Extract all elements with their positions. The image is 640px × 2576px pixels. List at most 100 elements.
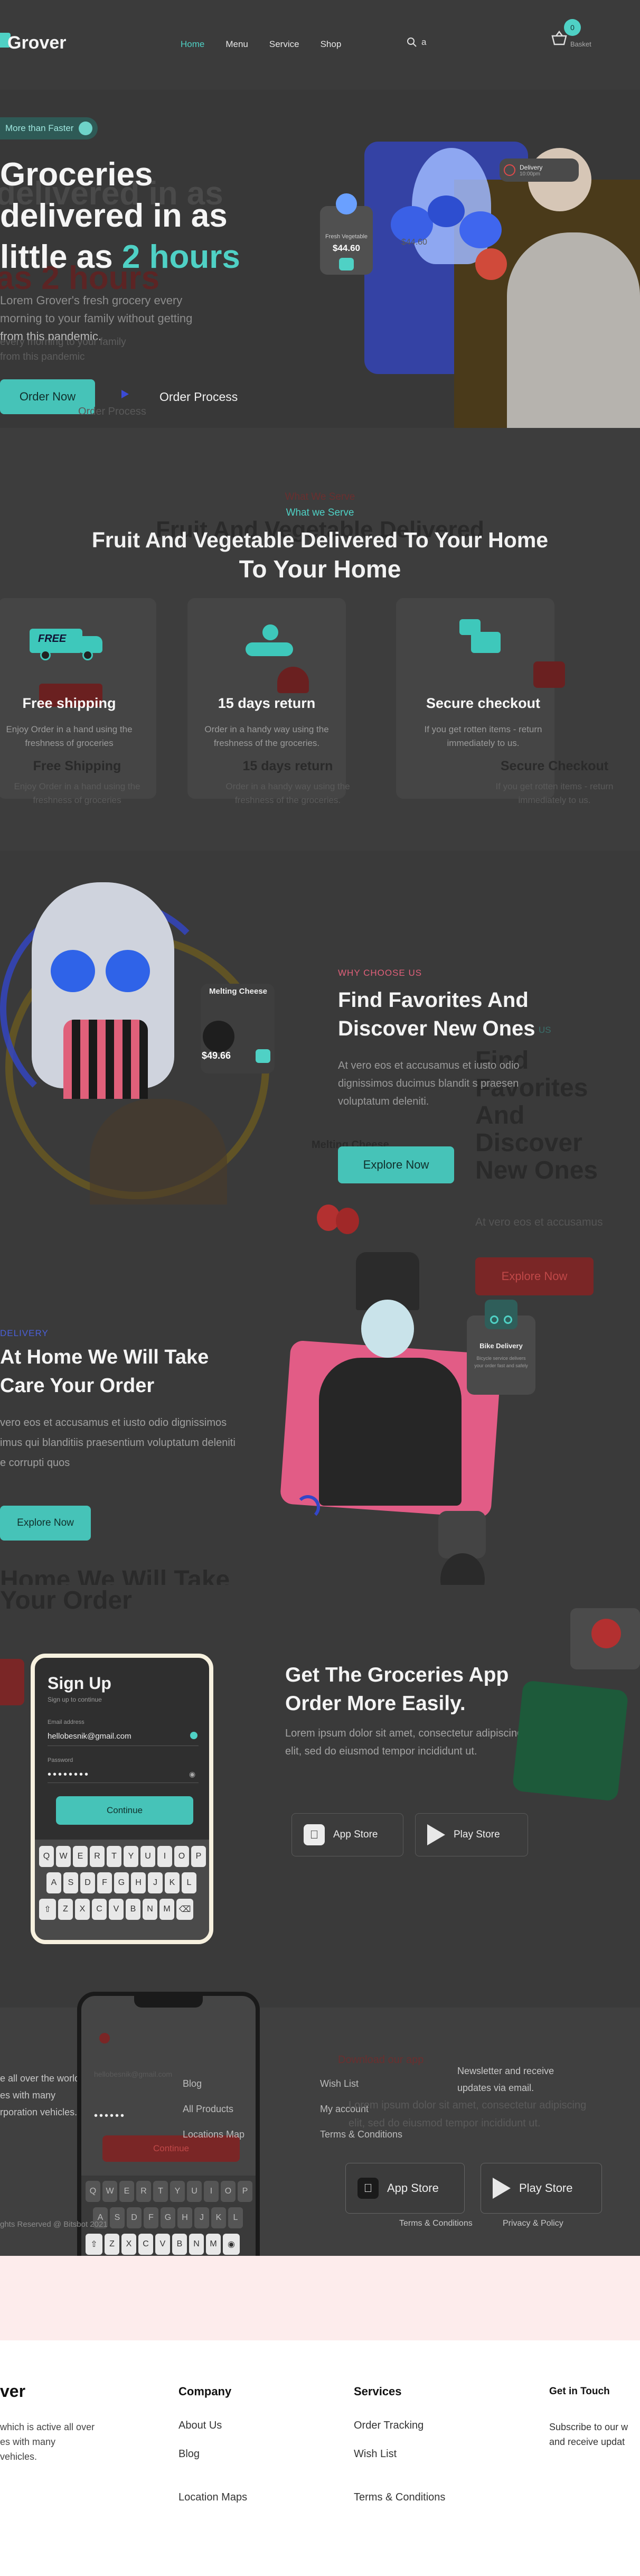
shift-key-icon[interactable]: ⇧ <box>86 2234 102 2255</box>
key[interactable]: G <box>114 1872 129 1893</box>
key[interactable]: U <box>187 2181 202 2202</box>
add-cheese-icon[interactable] <box>256 1049 270 1063</box>
footer-link-location-maps[interactable]: Location Maps <box>178 2491 247 2504</box>
key[interactable]: F <box>97 1872 112 1893</box>
key[interactable]: T <box>107 1846 121 1867</box>
play-store-button[interactable]: Play Store <box>415 1813 528 1856</box>
key[interactable]: D <box>127 2207 142 2228</box>
footer-play-store-button[interactable]: Play Store <box>481 2163 602 2214</box>
key[interactable]: V <box>109 1899 124 1920</box>
footer-app-store-button[interactable]:  App Store <box>345 2163 465 2214</box>
key[interactable]: M <box>206 2234 221 2255</box>
key[interactable]: P <box>191 1846 206 1867</box>
key[interactable]: H <box>177 2207 192 2228</box>
nav-home[interactable]: Home <box>181 39 204 50</box>
key[interactable]: N <box>143 1899 157 1920</box>
key[interactable]: L <box>182 1872 196 1893</box>
key[interactable]: E <box>119 2181 134 2202</box>
key[interactable]: B <box>126 1899 140 1920</box>
explore-now-button[interactable]: Explore Now <box>338 1146 454 1183</box>
footer-privacy-link[interactable]: Privacy & Policy <box>503 2219 563 2228</box>
key[interactable]: L <box>228 2207 243 2228</box>
service-card-secure-checkout[interactable]: Secure checkout If you get rotten items … <box>396 598 613 805</box>
product-card[interactable]: Fresh Vegetable $44.60 <box>320 193 373 275</box>
key[interactable]: S <box>63 1872 78 1893</box>
continue-button[interactable]: Continue <box>56 1796 193 1825</box>
key[interactable]: E <box>73 1846 88 1867</box>
nav-menu[interactable]: Menu <box>225 39 248 50</box>
key[interactable]: C <box>92 1899 107 1920</box>
key[interactable]: K <box>211 2207 226 2228</box>
key[interactable]: R <box>90 1846 105 1867</box>
footer-light-about-line: which is active all over <box>0 2422 95 2432</box>
key[interactable]: M <box>159 1899 174 1920</box>
add-to-cart-icon[interactable] <box>339 258 354 270</box>
footer-link-wish-list[interactable]: Wish List <box>320 2071 402 2096</box>
key[interactable]: H <box>131 1872 146 1893</box>
footer-link-order-tracking[interactable]: Order Tracking <box>354 2420 423 2432</box>
footer-link-about-us[interactable]: About Us <box>178 2420 222 2432</box>
footer-about-line: e all over the world, <box>0 2073 83 2084</box>
key[interactable]: Q <box>86 2181 100 2202</box>
key[interactable]: R <box>136 2181 151 2202</box>
password-field[interactable]: •••••••• <box>48 1769 90 1781</box>
footer-link-locations-map[interactable]: Locations Map <box>183 2122 244 2147</box>
key[interactable]: J <box>148 1872 163 1893</box>
service-card-15-days-return[interactable]: 15 days return Order in a handy way usin… <box>187 598 350 805</box>
footer-brand[interactable]: ver <box>0 2382 25 2401</box>
search-box[interactable]: a <box>407 37 426 48</box>
cart-button[interactable]: 0 Basket <box>550 19 591 49</box>
key[interactable]: I <box>157 1846 172 1867</box>
key[interactable]: C <box>138 2234 153 2255</box>
key[interactable]: W <box>102 2181 117 2202</box>
key[interactable]: V <box>155 2234 170 2255</box>
key[interactable]: O <box>221 2181 236 2202</box>
key[interactable]: P <box>238 2181 252 2202</box>
brand-logo[interactable]: Grover <box>7 33 67 53</box>
company-heading: Company <box>178 2385 232 2398</box>
key[interactable]: O <box>174 1846 189 1867</box>
key[interactable]: Z <box>105 2234 119 2255</box>
key[interactable]: G <box>161 2207 175 2228</box>
key[interactable]: X <box>121 2234 136 2255</box>
order-process-button[interactable]: Order Process <box>159 390 238 404</box>
key[interactable]: S <box>110 2207 125 2228</box>
key[interactable]: T <box>153 2181 168 2202</box>
key[interactable]: Y <box>124 1846 138 1867</box>
key[interactable]: D <box>80 1872 95 1893</box>
footer-link-blog[interactable]: Blog <box>183 2071 244 2096</box>
key[interactable]: I <box>204 2181 219 2202</box>
key[interactable]: A <box>46 1872 61 1893</box>
alarm-clock-icon <box>504 164 515 176</box>
key[interactable]: X <box>75 1899 90 1920</box>
search-input[interactable]: a <box>421 37 426 48</box>
phone-password-field[interactable]: •••••• <box>94 2110 126 2122</box>
footer-link-terms-conditions[interactable]: Terms & Conditions <box>354 2491 445 2504</box>
email-field[interactable]: hellobesnik@gmail.com <box>48 1732 195 1741</box>
app-store-button[interactable]:  App Store <box>291 1813 403 1856</box>
key[interactable]: U <box>140 1846 155 1867</box>
key[interactable]: K <box>165 1872 180 1893</box>
key[interactable]: J <box>194 2207 209 2228</box>
footer-link-blog[interactable]: Blog <box>178 2448 200 2460</box>
shift-key-icon[interactable]: ⇧ <box>39 1899 56 1920</box>
nav-shop[interactable]: Shop <box>321 39 342 50</box>
view-key-icon[interactable]: ◉ <box>223 2234 240 2255</box>
service-card-free-shipping[interactable]: FREE Free shipping Enjoy Order in a hand… <box>0 598 156 805</box>
backspace-key-icon[interactable]: ⌫ <box>176 1899 193 1920</box>
key[interactable]: Z <box>58 1899 73 1920</box>
footer-link-all-products[interactable]: All Products <box>183 2096 244 2122</box>
key[interactable]: W <box>56 1846 71 1867</box>
key[interactable]: F <box>144 2207 158 2228</box>
key[interactable]: B <box>172 2234 187 2255</box>
cheese-product-card[interactable]: Melting Cheese $49.66 <box>201 984 275 1074</box>
key[interactable]: Q <box>39 1846 54 1867</box>
key[interactable]: N <box>189 2234 204 2255</box>
footer-link-wish-list[interactable]: Wish List <box>354 2448 397 2460</box>
footer-terms-link[interactable]: Terms & Conditions <box>399 2219 473 2228</box>
eye-icon[interactable]: ◉ <box>189 1770 195 1779</box>
phone-back-icon[interactable] <box>99 2033 110 2043</box>
nav-service[interactable]: Service <box>269 39 299 50</box>
delivery-explore-button[interactable]: Explore Now <box>0 1506 91 1541</box>
key[interactable]: Y <box>170 2181 185 2202</box>
